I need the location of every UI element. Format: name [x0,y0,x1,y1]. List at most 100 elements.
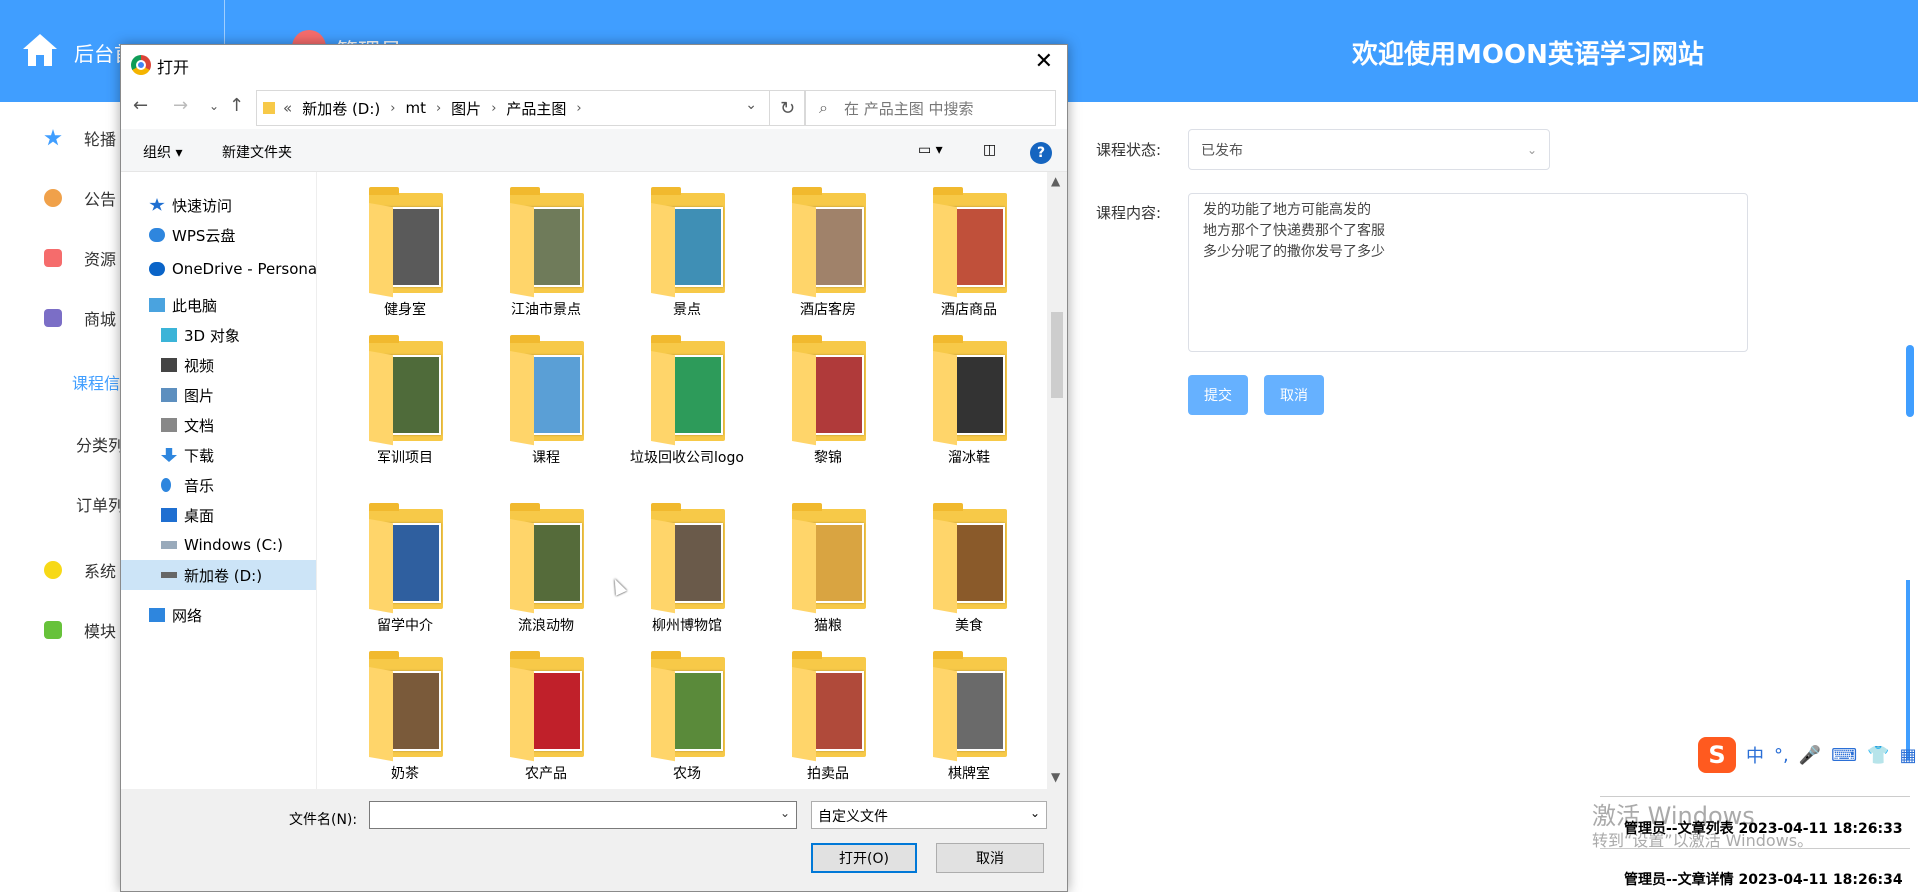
nav-documents[interactable]: 文档 [161,410,214,440]
close-icon[interactable]: ✕ [1035,49,1053,74]
download-icon [161,448,177,462]
breadcrumb-pictures[interactable]: 图片 [451,98,481,119]
app: 后台首 管理员 欢迎使用MOON英语学习网站 轮播 公告 资源 商城 课程信 分… [0,0,1918,892]
sidebar-item-module[interactable]: 模块 [44,618,116,642]
folder-item[interactable]: 农产品 [486,651,606,784]
sidebar-sub-category[interactable]: 分类列 [76,432,124,456]
status-label: 课程状态: [1096,141,1162,159]
folder-item[interactable]: 棋牌室 [909,651,1029,784]
document-icon [161,418,177,432]
page-scrollbar-thumb[interactable] [1906,345,1914,417]
folder-item[interactable]: 流浪动物 [486,503,606,636]
folder-item[interactable]: 酒店客房 [768,187,888,320]
view-options-icon[interactable]: ▭ ▾ [918,142,943,158]
sidebar-item-system[interactable]: 系统 [44,558,116,582]
folder-item[interactable]: 农场 [627,651,747,784]
ime-punctuation[interactable]: °, [1774,745,1789,766]
page-scrollbar-track[interactable] [1906,580,1910,760]
folder-icon [929,651,1009,762]
file-list-scrollbar[interactable]: ▲ ▼ [1047,172,1067,789]
filetype-select[interactable]: 自定义文件 ⌄ [811,801,1047,829]
filename-input[interactable]: ⌄ [369,801,797,829]
folder-item[interactable]: 柳州博物馆 [627,503,747,636]
chevron-down-icon: ⌄ [1029,806,1040,820]
nav-videos[interactable]: 视频 [161,350,214,380]
toolbox-icon[interactable]: ▦ [1900,745,1917,766]
forward-arrow-icon[interactable]: → [173,95,188,116]
nav-onedrive[interactable]: OneDrive - Persona [149,254,317,284]
search-input[interactable]: ⌕ 在 产品主图 中搜索 [804,90,1056,126]
folder-item[interactable]: 留学中介 [345,503,465,636]
cancel-button[interactable]: 取消 [1264,375,1324,415]
breadcrumb-drive[interactable]: 新加卷 (D:) [302,98,380,119]
ime-chinese-mode[interactable]: 中 [1746,742,1764,768]
nav-pictures[interactable]: 图片 [161,380,214,410]
preview-pane-icon[interactable]: ◫ [983,142,996,158]
chevron-down-icon[interactable]: ⌄ [780,806,790,820]
folder-item[interactable]: 课程 [486,335,606,468]
recent-chevron-icon[interactable]: ⌄ [209,99,219,113]
chevron-down-icon[interactable]: ⌄ [745,97,757,113]
scroll-up-icon[interactable]: ▲ [1051,174,1060,188]
nav-drive-c[interactable]: Windows (C:) [161,530,283,560]
folder-item[interactable]: 酒店商品 [909,187,1029,320]
folder-item[interactable]: 黎锦 [768,335,888,468]
folder-label: 柳州博物馆 [652,618,722,634]
ime-toolbar[interactable]: S 中 °, 🎤 ⌨ 👕 ▦ [1698,737,1917,773]
refresh-icon[interactable]: ↻ [770,90,806,126]
folder-item[interactable]: 猫粮 [768,503,888,636]
organize-button[interactable]: 组织 ▾ [143,142,182,162]
folder-label: 酒店客房 [800,302,856,318]
address-bar[interactable]: « 新加卷 (D:) › mt › 图片 › 产品主图 › ⌄ [256,90,770,126]
nav-drive-d[interactable]: 新加卷 (D:) [121,560,316,590]
folder-item[interactable]: 健身室 [345,187,465,320]
folder-icon [506,335,586,446]
dialog-titlebar[interactable]: 打开 ✕ [121,45,1067,83]
microphone-icon[interactable]: 🎤 [1799,745,1821,766]
folder-item[interactable]: 拍卖品 [768,651,888,784]
nav-this-pc[interactable]: 此电脑 [149,290,217,320]
folder-item[interactable]: 景点 [627,187,747,320]
help-icon[interactable]: ? [1030,142,1052,164]
back-arrow-icon[interactable]: ← [133,95,148,116]
folder-item[interactable]: 江油市景点 [486,187,606,320]
nav-network[interactable]: 网络 [149,600,202,630]
scroll-down-icon[interactable]: ▼ [1051,770,1060,784]
scrollbar-thumb[interactable] [1051,312,1063,398]
sidebar-item-carousel[interactable]: 轮播 [44,126,116,150]
skin-icon[interactable]: 👕 [1867,745,1889,766]
nav-quick-access[interactable]: 快速访问 [149,190,232,220]
content-label: 课程内容: [1096,204,1162,222]
sidebar-item-mall[interactable]: 商城 [44,306,116,330]
folder-icon [788,335,868,446]
content-textarea[interactable]: 发的功能了地方可能高发的 地方那个了快递费那个了客服 多少分呢了的撒你发号了多少 [1188,193,1748,352]
new-folder-button[interactable]: 新建文件夹 [222,142,292,162]
sidebar-item-notice[interactable]: 公告 [44,186,116,210]
folder-item[interactable]: 军训项目 [345,335,465,468]
status-select[interactable]: 已发布 ⌄ [1188,129,1550,170]
folder-icon [647,503,727,614]
nav-desktop[interactable]: 桌面 [161,500,214,530]
sidebar-sub-order[interactable]: 订单列 [76,492,124,516]
nav-downloads[interactable]: 下载 [161,440,214,470]
breadcrumb-product[interactable]: 产品主图 [506,98,566,119]
breadcrumb-mt[interactable]: mt [405,99,426,117]
folder-item[interactable]: 垃圾回收公司logo [627,335,747,468]
folder-item[interactable]: 溜冰鞋 [909,335,1029,468]
up-arrow-icon[interactable]: ↑ [229,95,244,116]
open-button[interactable]: 打开(O) [811,843,917,873]
nav-music[interactable]: 音乐 [161,470,214,500]
folder-icon [365,335,445,446]
folder-item[interactable]: 奶茶 [345,651,465,784]
home-icon[interactable] [20,30,60,70]
sidebar-item-resource[interactable]: 资源 [44,246,116,270]
submit-button[interactable]: 提交 [1188,375,1248,415]
folder-label: 军训项目 [377,450,433,466]
nav-wps-cloud[interactable]: WPS云盘 [149,220,235,250]
nav-3d-objects[interactable]: 3D 对象 [161,320,240,350]
folder-item[interactable]: 美食 [909,503,1029,636]
keyboard-icon[interactable]: ⌨ [1831,745,1857,766]
sidebar-sub-course[interactable]: 课程信 [72,370,120,394]
dialog-cancel-button[interactable]: 取消 [936,843,1044,873]
sogou-logo-icon[interactable]: S [1698,737,1736,773]
